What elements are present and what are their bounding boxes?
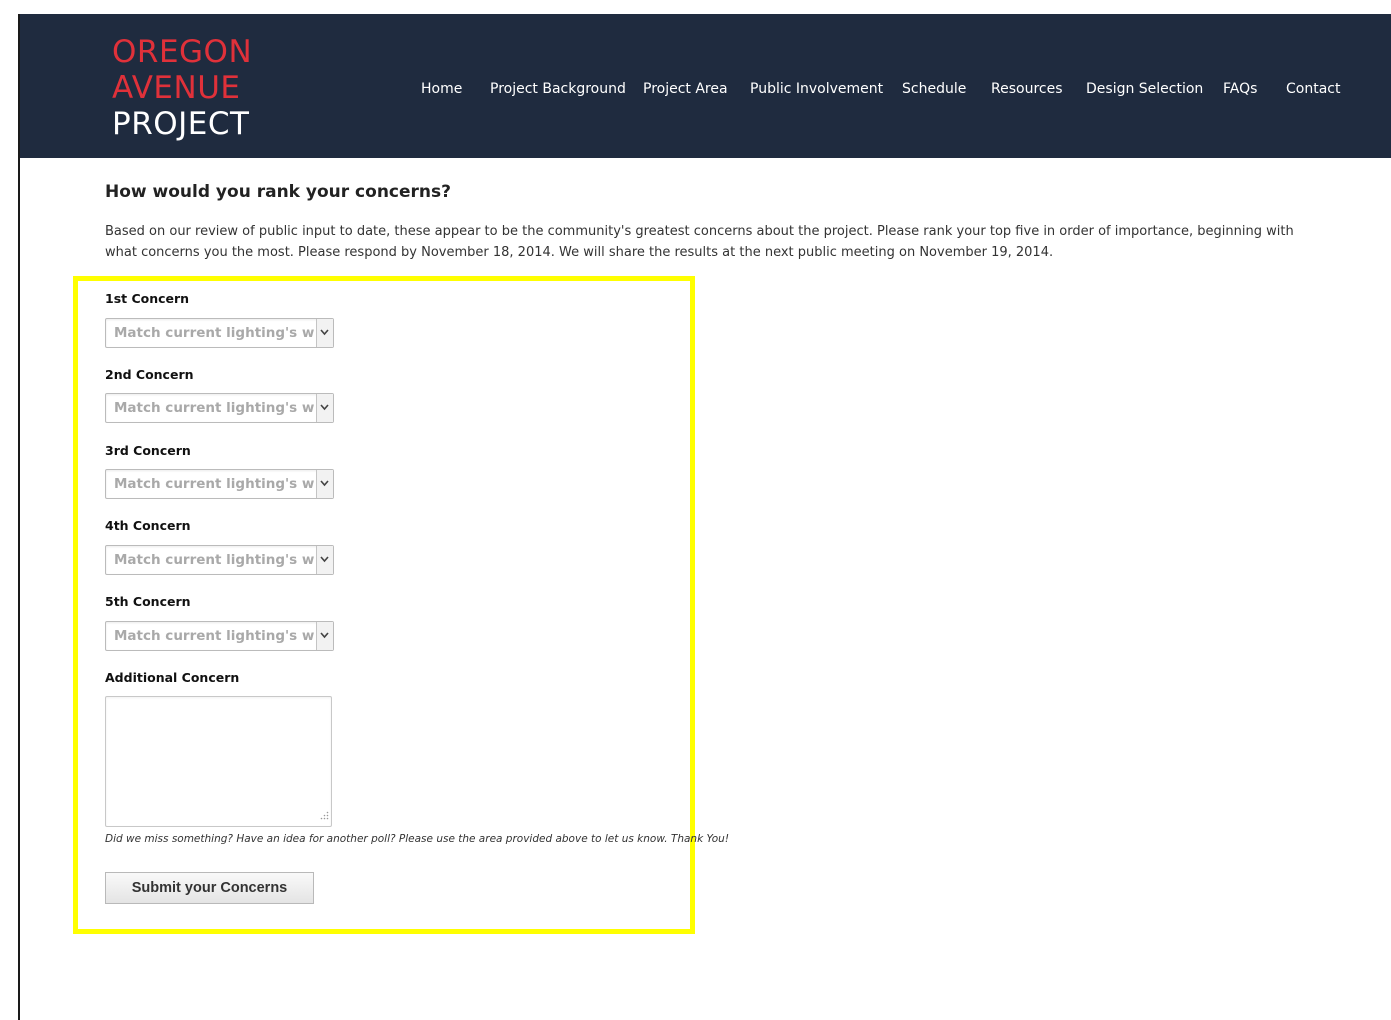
logo-line-avenue: AVENUE [112,70,241,106]
concern-2-select[interactable]: Match current lighting's warmth [105,393,334,423]
chevron-down-icon [316,622,333,650]
logo-line-project: PROJECT [112,106,250,142]
concern-1-select[interactable]: Match current lighting's warmth [105,318,334,348]
concern-2-label: 2nd Concern [105,367,194,382]
resize-grip-icon[interactable] [319,805,329,824]
site-logo[interactable]: OREGON AVENUE PROJECT [112,34,252,142]
concern-3-select[interactable]: Match current lighting's warmth [105,469,334,499]
page-title: How would you rank your concerns? [105,182,451,202]
concern-4-select[interactable]: Match current lighting's warmth [105,545,334,575]
additional-concern-label: Additional Concern [105,670,240,685]
intro-paragraph: Based on our review of public input to d… [105,224,1294,260]
concern-4-value: Match current lighting's warmth [114,552,314,568]
nav-item-resources[interactable]: Resources [991,80,1063,98]
nav-item-project-background[interactable]: Project Background [490,80,626,98]
chevron-down-icon [316,546,333,574]
concern-3-value: Match current lighting's warmth [114,476,314,492]
nav-item-design-selection[interactable]: Design Selection [1086,80,1203,98]
concern-1-value: Match current lighting's warmth [114,325,314,341]
concern-4-label: 4th Concern [105,518,191,533]
site-header: OREGON AVENUE PROJECT Home Project Backg… [18,14,1391,158]
nav-item-contact[interactable]: Contact [1286,80,1340,98]
chevron-down-icon [316,470,333,498]
additional-concern-textarea[interactable] [105,696,332,827]
nav-item-project-area[interactable]: Project Area [643,80,728,98]
nav-item-public-involvement[interactable]: Public Involvement [750,80,883,98]
page-left-border [18,14,20,1020]
concern-2-value: Match current lighting's warmth [114,400,314,416]
nav-item-faqs[interactable]: FAQs [1223,80,1257,98]
additional-concern-hint: Did we miss something? Have an idea for … [105,833,730,845]
concern-1-label: 1st Concern [105,291,190,306]
nav-item-schedule[interactable]: Schedule [902,80,966,98]
concern-5-select[interactable]: Match current lighting's warmth [105,621,334,651]
concern-5-label: 5th Concern [105,594,191,609]
page: OREGON AVENUE PROJECT Home Project Backg… [0,0,1391,1020]
concern-5-value: Match current lighting's warmth [114,628,314,644]
chevron-down-icon [316,319,333,347]
chevron-down-icon [316,394,333,422]
logo-line-oregon: OREGON [112,34,253,70]
concern-3-label: 3rd Concern [105,443,191,458]
nav-item-home[interactable]: Home [421,80,462,98]
submit-concerns-button[interactable]: Submit your Concerns [105,872,314,904]
